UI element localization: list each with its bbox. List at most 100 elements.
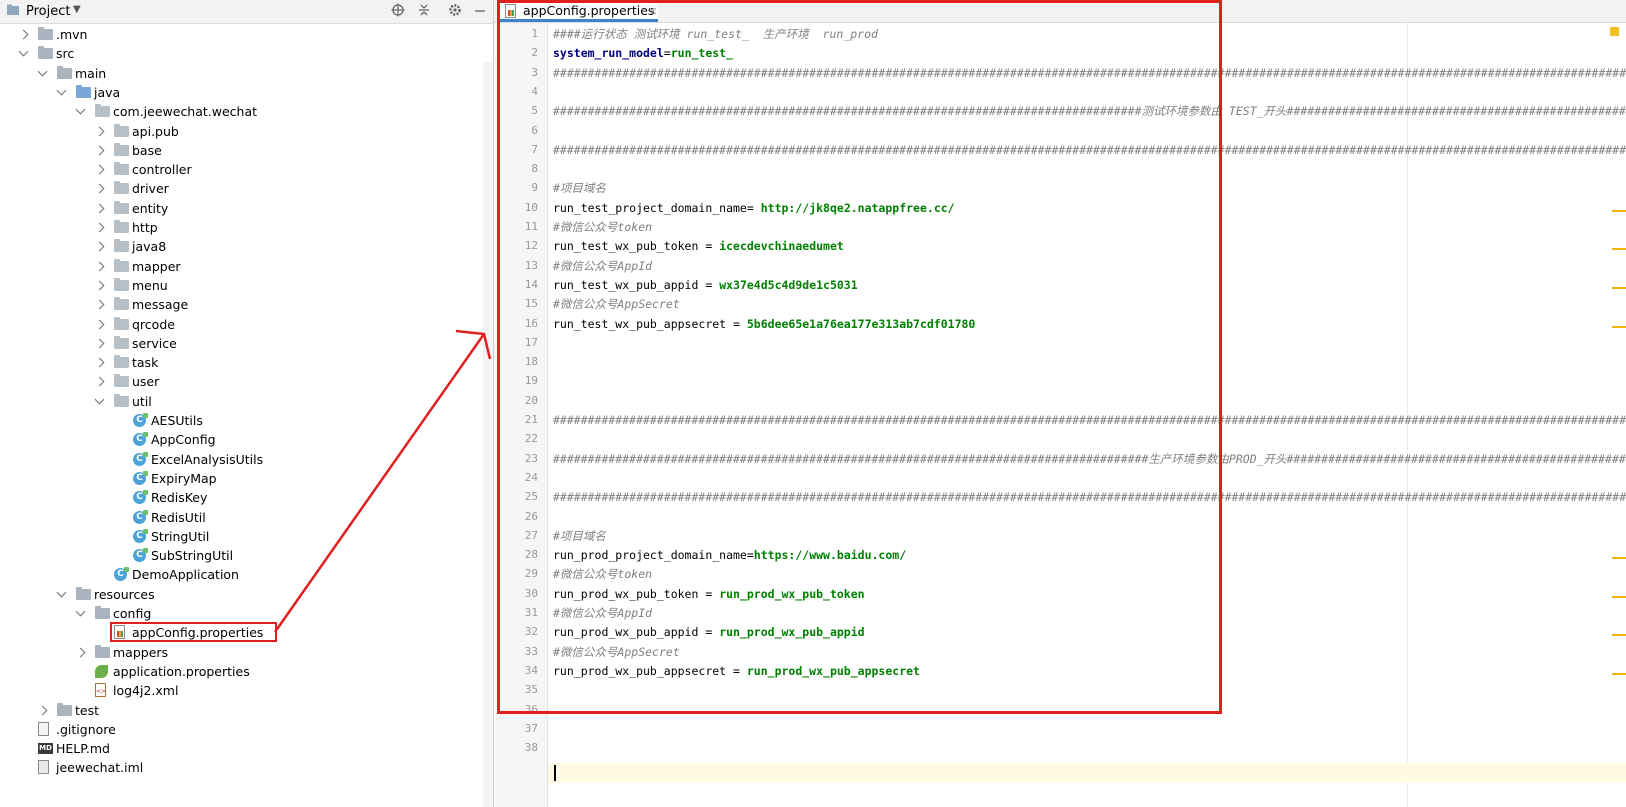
tree-item[interactable]: mapper: [0, 257, 483, 276]
tree-item[interactable]: entity: [0, 199, 483, 218]
inspection-status-icon[interactable]: [1610, 27, 1619, 36]
tree-item-label: java: [94, 84, 121, 100]
collapse-icon[interactable]: [416, 3, 432, 19]
chevron-right-icon[interactable]: [94, 261, 105, 272]
chevron-right-icon[interactable]: [94, 241, 105, 252]
tree-item[interactable]: base: [0, 141, 483, 160]
tree-item[interactable]: C RedisUtil: [0, 508, 483, 527]
chevron-down-icon[interactable]: [18, 46, 29, 57]
tree-item[interactable]: driver: [0, 179, 483, 198]
chevron-down-icon[interactable]: [75, 104, 86, 115]
java-class-icon: C: [133, 528, 148, 543]
tree-item[interactable]: C ExpiryMap: [0, 469, 483, 488]
chevron-right-icon[interactable]: [94, 145, 105, 156]
tree-item[interactable]: task: [0, 353, 483, 372]
tree-item[interactable]: C StringUtil: [0, 527, 483, 546]
warning-marker[interactable]: [1612, 634, 1626, 637]
code-property: system_run_model=run_test_: [553, 43, 733, 63]
editor-tab-bar: appConfig.properties ×: [494, 0, 1626, 23]
tree-item[interactable]: service: [0, 334, 483, 353]
chevron-right-icon[interactable]: [94, 319, 105, 329]
chevron-right-icon[interactable]: [94, 183, 105, 194]
folder-icon: [95, 644, 110, 658]
tree-item-label: DemoApplication: [132, 567, 239, 583]
chevron-down-icon[interactable]: [37, 66, 48, 77]
close-icon[interactable]: ×: [648, 3, 658, 19]
minimize-icon[interactable]: [472, 3, 488, 19]
tree-item[interactable]: java8: [0, 237, 483, 256]
chevron-right-icon[interactable]: [75, 647, 86, 658]
tree-item[interactable]: C SubStringUtil: [0, 546, 483, 565]
tree-item[interactable]: message: [0, 295, 483, 314]
tree-scrollbar[interactable]: [483, 62, 493, 807]
warning-marker[interactable]: [1612, 248, 1626, 251]
tree-item[interactable]: menu: [0, 276, 483, 295]
code-comment: #微信公众号token: [553, 567, 653, 582]
chevron-right-icon[interactable]: [37, 705, 48, 715]
project-panel-title[interactable]: Project: [26, 3, 70, 20]
tree-item[interactable]: test: [0, 701, 483, 720]
tree-item[interactable]: http: [0, 218, 483, 237]
tree-item[interactable]: api.pub: [0, 122, 483, 141]
tree-item[interactable]: controller: [0, 160, 483, 179]
locate-icon[interactable]: [390, 3, 406, 19]
chevron-right-icon[interactable]: [94, 222, 105, 233]
chevron-right-icon[interactable]: [94, 126, 105, 136]
tree-item[interactable]: qrcode: [0, 315, 483, 334]
property-key: run_prod_wx_pub_appid: [553, 625, 699, 640]
line-number: 32: [524, 625, 538, 639]
chevron-right-icon[interactable]: [18, 29, 29, 40]
tree-item[interactable]: com.jeewechat.wechat: [0, 102, 483, 121]
chevron-right-icon[interactable]: [94, 299, 105, 310]
tree-item[interactable]: application.properties: [0, 662, 483, 681]
tree-item[interactable]: .gitignore: [0, 720, 483, 739]
tree-item[interactable]: mappers: [0, 643, 483, 662]
warning-marker[interactable]: [1612, 325, 1626, 328]
tree-item[interactable]: C AppConfig: [0, 430, 483, 449]
tree-item-label: ExcelAnalysisUtils: [151, 451, 264, 467]
chevron-right-icon[interactable]: [94, 357, 105, 368]
warning-marker[interactable]: [1612, 209, 1626, 212]
chevron-right-icon[interactable]: [94, 338, 105, 349]
chevron-right-icon[interactable]: [94, 203, 105, 214]
chevron-down-icon[interactable]: [56, 587, 67, 598]
warning-marker[interactable]: [1612, 595, 1626, 598]
tree-item[interactable]: util: [0, 392, 483, 411]
tree-item[interactable]: MD HELP.md: [0, 739, 483, 758]
chevron-right-icon[interactable]: [94, 280, 105, 291]
tree-item-label: driver: [132, 181, 169, 197]
chevron-down-icon[interactable]: [56, 85, 67, 96]
tree-item[interactable]: jeewechat.iml: [0, 758, 483, 777]
tree-item-label: main: [75, 65, 107, 81]
tree-item[interactable]: C RedisKey: [0, 488, 483, 507]
tree-item[interactable]: main: [0, 64, 483, 83]
property-value: run_prod_wx_pub_appid: [719, 625, 865, 640]
tree-item-label: ExpiryMap: [151, 470, 217, 486]
chevron-right-icon[interactable]: [94, 164, 105, 175]
property-separator: =: [746, 548, 754, 563]
tree-item[interactable]: resources: [0, 585, 483, 604]
tree-item[interactable]: C AESUtils: [0, 411, 483, 430]
tree-item[interactable]: log4j2.xml: [0, 681, 483, 700]
tree-item[interactable]: appConfig.properties: [0, 623, 483, 642]
tree-item[interactable]: src: [0, 44, 483, 63]
chevron-right-icon[interactable]: [94, 376, 105, 387]
tree-item[interactable]: user: [0, 372, 483, 391]
warning-marker[interactable]: [1612, 557, 1626, 560]
warning-marker[interactable]: [1612, 672, 1626, 675]
tab-appconfig-properties[interactable]: appConfig.properties ×: [498, 0, 658, 22]
tree-item-label: AppConfig: [151, 432, 216, 448]
chevron-down-icon[interactable]: [94, 394, 105, 405]
line-number: 26: [524, 509, 538, 523]
tree-item[interactable]: C ExcelAnalysisUtils: [0, 450, 483, 469]
tree-item[interactable]: java: [0, 83, 483, 102]
gear-icon[interactable]: [447, 3, 463, 19]
tree-item[interactable]: config: [0, 604, 483, 623]
chevron-down-icon[interactable]: ▼: [73, 4, 81, 15]
java-class-icon: C: [133, 413, 148, 427]
chevron-down-icon[interactable]: [75, 606, 86, 617]
tree-item[interactable]: .mvn: [0, 25, 483, 44]
tree-item[interactable]: C DemoApplication: [0, 565, 483, 584]
property-key: run_test_wx_pub_appid: [553, 277, 699, 292]
warning-marker[interactable]: [1612, 286, 1626, 289]
